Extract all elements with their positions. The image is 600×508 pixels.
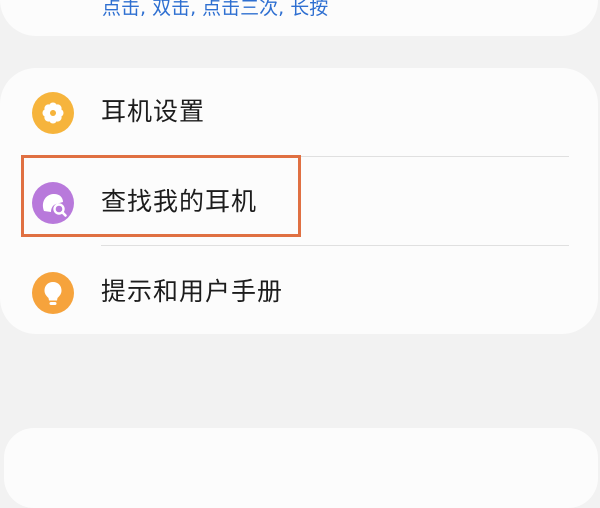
- divider: [101, 245, 569, 246]
- lightbulb-icon: [32, 272, 74, 314]
- touch-controls-subtitle: 点击, 双击, 点击三次, 长按: [102, 0, 329, 19]
- highlight-box: [21, 155, 301, 237]
- gear-icon: [32, 92, 74, 134]
- menu-item-tips-and-manual[interactable]: 提示和用户手册: [0, 248, 598, 336]
- menu-item-label: 提示和用户手册: [101, 277, 284, 306]
- menu-item-earbuds-settings[interactable]: 耳机设置: [0, 68, 598, 156]
- bottom-card: [4, 428, 598, 508]
- menu-item-label: 耳机设置: [101, 97, 206, 126]
